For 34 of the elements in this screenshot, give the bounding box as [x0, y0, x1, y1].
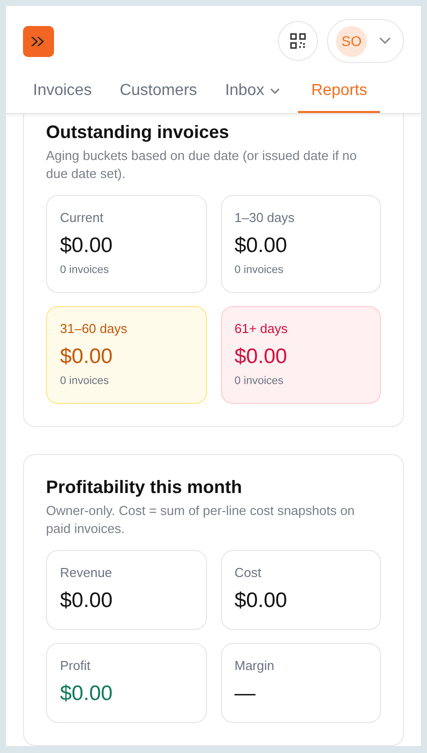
- nav-tab[interactable]: Customers: [110, 76, 208, 113]
- stat-label: Revenue: [60, 565, 114, 580]
- section-title: Outstanding invoices: [46, 122, 230, 143]
- stat-label: Current: [60, 210, 104, 225]
- stat-label: Profit: [60, 658, 92, 673]
- avatar: SO: [336, 26, 367, 56]
- qr-code-icon: [290, 33, 306, 49]
- section-description: Owner-only. Cost = sum of per-line cost snapshots on paid invoices.: [46, 502, 356, 538]
- section-title: Profitability this month: [46, 477, 243, 498]
- stat-label: 61+ days: [234, 321, 289, 336]
- stat-label: 31–60 days: [60, 321, 128, 336]
- chevron-down-icon: [379, 37, 391, 45]
- invoice-count: 0 invoices: [60, 375, 110, 387]
- stat-label: 1–30 days: [234, 210, 296, 225]
- qr-code-button[interactable]: [278, 21, 318, 61]
- stat-value: $0.00: [60, 345, 114, 369]
- section-description: Aging buckets based on due date (or issued date if no due date set).: [46, 147, 358, 183]
- account-menu-button[interactable]: SO: [327, 19, 404, 63]
- stat-value: $0.00: [234, 345, 288, 369]
- logo-icon: [23, 26, 54, 56]
- stat-value: $0.00: [234, 589, 288, 613]
- stat-label: Cost: [234, 565, 262, 580]
- invoice-count: 0 invoices: [234, 375, 284, 387]
- stat-value: $0.00: [234, 234, 288, 258]
- stat-value: $0.00: [60, 589, 114, 613]
- stat-label: Margin: [234, 658, 276, 673]
- invoice-count: 0 invoices: [234, 264, 284, 276]
- invoice-count: 0 invoices: [60, 264, 110, 276]
- nav-tab[interactable]: Reports: [298, 76, 380, 113]
- nav-tab[interactable]: Inbox: [215, 76, 290, 113]
- stat-value: $0.00: [60, 682, 114, 706]
- stat-value: $0.00: [60, 234, 114, 258]
- nav-tab[interactable]: Invoices: [23, 76, 102, 113]
- stat-value: —: [234, 682, 256, 706]
